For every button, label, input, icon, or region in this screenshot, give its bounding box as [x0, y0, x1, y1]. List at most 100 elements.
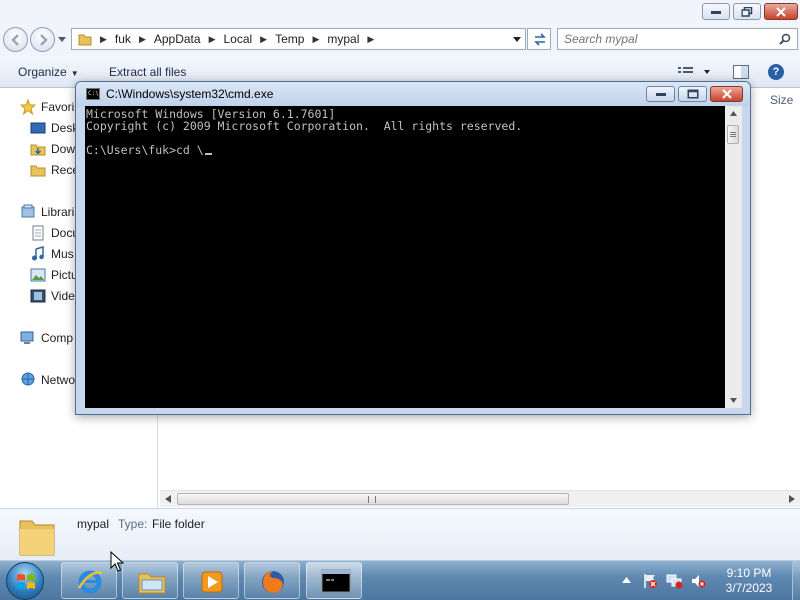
address-bar[interactable]: ▶ fuk ▶ AppData ▶ Local ▶ Temp ▶ mypal ▶: [71, 28, 526, 50]
organize-button[interactable]: Organize ▼: [18, 65, 79, 79]
action-center-flag-icon[interactable]: [642, 573, 658, 589]
details-type-value: File folder: [152, 517, 205, 531]
explorer-minimize-button[interactable]: [702, 3, 730, 20]
refresh-icon: [534, 33, 546, 46]
nav-computer-label: Comp: [41, 331, 74, 345]
help-icon[interactable]: ?: [768, 64, 784, 80]
nav-favorites-label: Favori: [41, 100, 75, 114]
horizontal-scroll-thumb[interactable]: [177, 493, 569, 505]
nav-favorites[interactable]: Favori: [19, 98, 75, 116]
details-type-label: Type:: [118, 517, 148, 531]
maximize-icon: [687, 89, 698, 99]
videos-icon: [30, 288, 46, 304]
console-line-2: Copyright (c) 2009 Microsoft Corporation…: [86, 119, 523, 133]
scroll-left-icon[interactable]: [165, 495, 171, 503]
media-player-icon: [201, 571, 223, 593]
nav-downloads-label: Dow: [51, 142, 76, 156]
restore-icon: [741, 6, 753, 17]
start-button[interactable]: [6, 562, 44, 600]
nav-videos[interactable]: Vide: [30, 287, 75, 305]
firefox-icon: [262, 571, 284, 593]
taskbar-media-player[interactable]: [183, 562, 239, 599]
console-output[interactable]: Microsoft Windows [Version 6.1.7601] Cop…: [85, 106, 725, 408]
explorer-restore-button[interactable]: [733, 3, 761, 20]
clock-date: 3/7/2023: [725, 581, 773, 595]
minimize-icon: [711, 10, 721, 14]
console-prompt-line: C:\Users\fuk>cd \: [86, 144, 212, 156]
explorer-titlebar: [0, 0, 800, 24]
crumb-local[interactable]: Local: [219, 32, 256, 46]
show-desktop-button[interactable]: [792, 561, 800, 600]
forward-arrow-icon: [40, 34, 48, 46]
close-icon: [721, 89, 732, 99]
taskbar-command-prompt[interactable]: [306, 562, 362, 599]
explorer-close-button[interactable]: [764, 3, 798, 20]
internet-explorer-icon: [77, 570, 103, 594]
command-prompt-icon: [321, 569, 351, 593]
cmd-minimize-button[interactable]: [646, 86, 675, 102]
extract-all-button[interactable]: Extract all files: [109, 65, 186, 79]
computer-icon: [20, 330, 36, 346]
change-view-icon[interactable]: [678, 67, 712, 77]
folder-icon: [78, 34, 92, 46]
cmd-titlebar[interactable]: C:\_ C:\Windows\system32\cmd.exe: [76, 82, 750, 106]
organize-label: Organize: [18, 65, 67, 79]
windows-logo-icon: [17, 574, 35, 589]
cmd-close-button[interactable]: [710, 86, 743, 102]
star-icon: [19, 98, 37, 116]
nav-desktop[interactable]: Desk: [30, 119, 78, 137]
nav-computer[interactable]: Comp: [20, 329, 73, 347]
address-row: ▶ fuk ▶ AppData ▶ Local ▶ Temp ▶ mypal ▶: [0, 24, 800, 56]
windows-explorer-icon: [138, 573, 166, 594]
taskbar-internet-explorer[interactable]: [61, 562, 117, 599]
nav-network[interactable]: Netwo: [20, 371, 75, 389]
desktop-icon: [30, 120, 46, 136]
crumb-fuk[interactable]: fuk: [111, 32, 135, 46]
pictures-icon: [30, 267, 46, 283]
nav-documents[interactable]: Docu: [30, 224, 79, 242]
search-box[interactable]: [557, 28, 798, 50]
scroll-right-icon[interactable]: [789, 495, 795, 503]
search-input[interactable]: [564, 31, 764, 47]
folder-large-icon: [19, 520, 55, 556]
details-item-name: mypal: [77, 517, 110, 531]
nav-pictures[interactable]: Pictu: [30, 266, 78, 284]
network-icon: [20, 372, 36, 388]
nav-videos-label: Vide: [51, 289, 75, 303]
recent-pages-chevron-icon[interactable]: [58, 37, 66, 43]
back-button[interactable]: [3, 27, 28, 52]
refresh-button[interactable]: [527, 28, 551, 50]
libraries-icon: [20, 204, 36, 220]
volume-muted-icon[interactable]: [690, 573, 706, 589]
crumb-appdata[interactable]: AppData: [150, 32, 205, 46]
forward-button[interactable]: [30, 27, 55, 52]
nav-libraries[interactable]: Librari: [20, 203, 74, 221]
scroll-up-icon[interactable]: [730, 111, 737, 116]
show-hidden-icons-icon[interactable]: [622, 577, 631, 583]
network-status-icon[interactable]: [666, 573, 683, 589]
crumb-temp[interactable]: Temp: [271, 32, 308, 46]
music-icon: [30, 246, 46, 262]
nav-downloads[interactable]: Dow: [30, 140, 75, 158]
crumb-mypal[interactable]: mypal: [323, 32, 363, 46]
cmd-scroll-thumb[interactable]: [727, 125, 739, 144]
horizontal-scrollbar[interactable]: [160, 490, 800, 507]
cmd-maximize-button[interactable]: [678, 86, 707, 102]
system-clock[interactable]: 9:10 PM 3/7/2023: [708, 566, 790, 596]
clock-time: 9:10 PM: [726, 566, 772, 580]
column-header-size[interactable]: Size: [770, 93, 793, 107]
taskbar-windows-explorer[interactable]: [122, 562, 178, 599]
nav-music-label: Mus: [51, 247, 74, 261]
minimize-icon: [655, 93, 666, 96]
taskbar-firefox[interactable]: [244, 562, 300, 599]
search-icon[interactable]: [779, 33, 791, 45]
preview-pane-icon[interactable]: [733, 65, 749, 79]
nav-music[interactable]: Mus: [30, 245, 74, 263]
downloads-folder-icon: [30, 141, 46, 157]
cmd-vertical-scrollbar[interactable]: [725, 106, 742, 408]
breadcrumb: ▶ fuk ▶ AppData ▶ Local ▶ Temp ▶ mypal ▶: [100, 32, 375, 46]
nav-recent[interactable]: Rece: [30, 161, 79, 179]
scroll-down-icon[interactable]: [730, 398, 737, 403]
address-dropdown-icon[interactable]: [513, 37, 521, 42]
nav-network-label: Netwo: [41, 373, 76, 387]
